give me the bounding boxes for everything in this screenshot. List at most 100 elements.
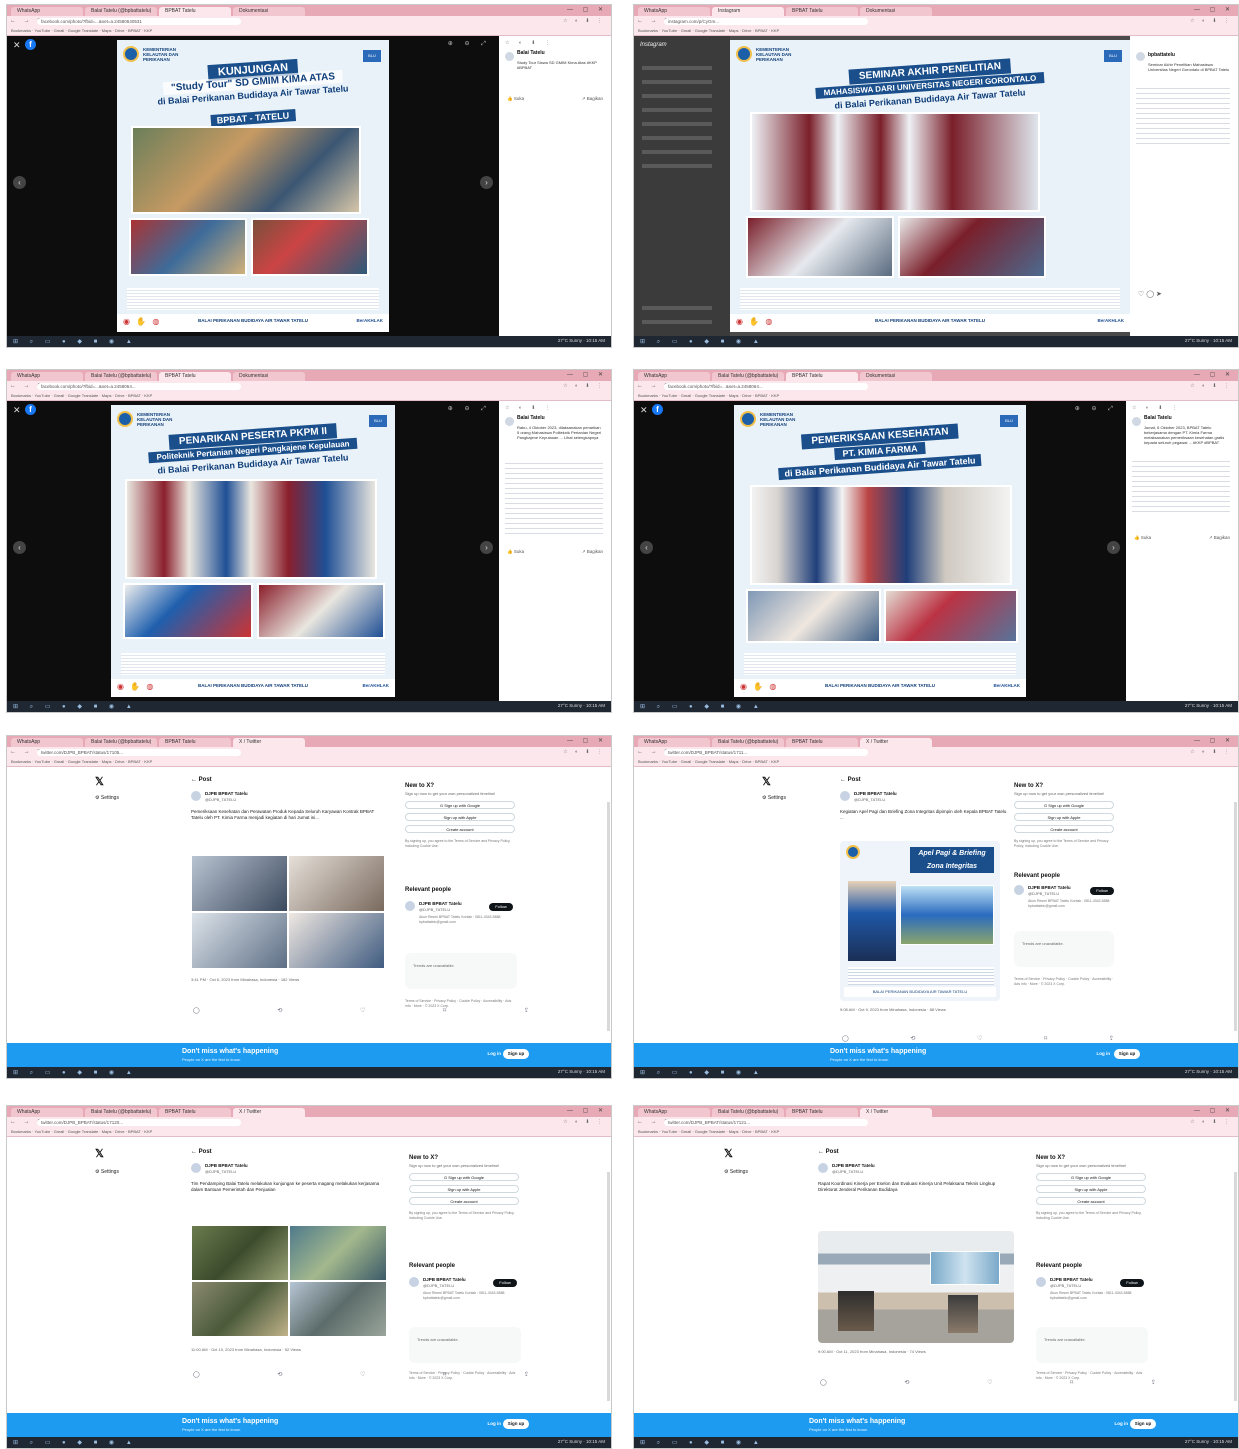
- post-author[interactable]: Balai Tatelu: [1144, 415, 1172, 421]
- window-controls[interactable]: — ▢ ✕: [1194, 737, 1234, 744]
- nav-item[interactable]: [642, 66, 712, 70]
- browser-tab-active[interactable]: X / Twitter: [233, 738, 305, 747]
- browser-tab[interactable]: BPBAT Tatelu: [786, 7, 858, 16]
- extension-icons[interactable]: ☆ ◐ ⬇ ⋮: [563, 1119, 605, 1125]
- close-icon[interactable]: ✕: [13, 40, 21, 51]
- nav-item[interactable]: [642, 80, 712, 84]
- window-controls[interactable]: — ▢ ✕: [567, 6, 607, 13]
- create-account-button[interactable]: Create account: [1014, 825, 1114, 833]
- post-header[interactable]: ← Post: [191, 1149, 212, 1155]
- settings-link[interactable]: ⚙ Settings: [95, 1169, 119, 1175]
- relevant-person-handle[interactable]: @DJPB_TATELU: [423, 1283, 454, 1288]
- browser-tab[interactable]: Dokumentasi: [860, 372, 932, 381]
- post-photo[interactable]: [191, 855, 288, 912]
- avatar[interactable]: [505, 52, 514, 61]
- window-controls[interactable]: — ▢ ✕: [1194, 371, 1234, 378]
- window-controls[interactable]: — ▢ ✕: [567, 737, 607, 744]
- instagram-logo[interactable]: Instagram: [640, 42, 667, 48]
- post-photo[interactable]: [191, 1281, 289, 1337]
- extension-icons[interactable]: ☆ ◐ ⬇ ⋮: [563, 383, 605, 389]
- create-account-button[interactable]: Create account: [405, 825, 515, 833]
- extension-icons[interactable]: ☆ ◐ ⬇ ⋮: [1190, 18, 1232, 24]
- share-button[interactable]: ↗ Bagikan: [1209, 535, 1230, 541]
- post-photo[interactable]: [191, 1225, 289, 1281]
- like-button[interactable]: 👍 Suka: [1134, 535, 1151, 540]
- bookmarks-bar[interactable]: Bookmarks · YouTube · Gmail · Google Tra…: [7, 392, 611, 401]
- avatar[interactable]: [1132, 417, 1141, 426]
- nav-item[interactable]: [642, 122, 712, 126]
- browser-tab[interactable]: BPBAT Tatelu: [159, 1108, 231, 1117]
- login-button[interactable]: Log in: [1115, 1421, 1129, 1426]
- follow-button[interactable]: Follow: [1090, 887, 1114, 895]
- url-field[interactable]: twitter.com/DJPB_BPBAT/status/17120...: [37, 1119, 241, 1126]
- taskbar-icons[interactable]: ⊞ ⌕ ▭ ● ◆ ■ ◉ ▲: [13, 1439, 137, 1447]
- signup-button[interactable]: Sign up: [1114, 1049, 1140, 1059]
- post-image[interactable]: Apel Pagi & Briefing Zona Integritas BAL…: [840, 841, 1000, 1001]
- taskbar-icons[interactable]: ⊞ ⌕ ▭ ● ◆ ■ ◉ ▲: [13, 703, 137, 711]
- nav-item[interactable]: [642, 150, 712, 154]
- google-signup-button[interactable]: G Sign up with Google: [405, 801, 515, 809]
- zoom-icons[interactable]: ⊕ ⊖ ⤢: [448, 40, 491, 48]
- nav-item[interactable]: [642, 94, 712, 98]
- url-field[interactable]: facebook.com/photo/?fbid=...&set=a.24580…: [664, 383, 868, 390]
- like-button[interactable]: 👍 Suka: [507, 96, 524, 101]
- scrollbar[interactable]: [607, 802, 610, 1031]
- post-author-handle[interactable]: @DJPB_TATELU: [854, 797, 885, 802]
- post-author-handle[interactable]: @DJPB_TATELU: [205, 797, 236, 802]
- scrollbar[interactable]: [1234, 802, 1237, 1031]
- avatar[interactable]: [840, 791, 850, 801]
- post-author[interactable]: DJPB BPBAT Tatelu: [832, 1163, 875, 1168]
- browser-tab[interactable]: Dokumentasi: [233, 7, 305, 16]
- post-author-handle[interactable]: @DJPB_TATELU: [832, 1169, 863, 1174]
- share-button[interactable]: ↗ Bagikan: [582, 96, 603, 102]
- browser-tab[interactable]: WhatsApp: [11, 1108, 83, 1117]
- browser-tab[interactable]: Balai Tatelu (@bpbattatelu): [85, 738, 157, 747]
- browser-tab[interactable]: WhatsApp: [638, 1108, 710, 1117]
- post-photo[interactable]: [289, 1281, 387, 1337]
- close-icon[interactable]: ✕: [640, 405, 648, 416]
- window-controls[interactable]: — ▢ ✕: [567, 371, 607, 378]
- scrollbar[interactable]: [1234, 1172, 1237, 1401]
- browser-tab-active[interactable]: X / Twitter: [860, 738, 932, 747]
- browser-tab-active[interactable]: BPBAT Tatelu: [159, 372, 231, 381]
- scrollbar[interactable]: [607, 1172, 610, 1401]
- apple-signup-button[interactable]: Sign up with Apple: [1014, 813, 1114, 821]
- login-button[interactable]: Log in: [1097, 1051, 1111, 1056]
- relevant-person-name[interactable]: DJPB BPBAT Tatelu: [1050, 1277, 1093, 1282]
- google-signup-button[interactable]: G Sign up with Google: [409, 1173, 519, 1181]
- browser-tab[interactable]: Dokumentasi: [233, 372, 305, 381]
- browser-tab[interactable]: WhatsApp: [638, 7, 710, 16]
- post-header[interactable]: ← Post: [191, 777, 212, 783]
- window-controls[interactable]: — ▢ ✕: [1194, 6, 1234, 13]
- post-photo[interactable]: [191, 912, 288, 969]
- post-author[interactable]: Balai Tatelu: [517, 50, 545, 56]
- footer-links[interactable]: Terms of Service · Privacy Policy · Cook…: [1036, 1371, 1148, 1381]
- browser-tab-active[interactable]: X / Twitter: [860, 1108, 932, 1117]
- post-header[interactable]: ← Post: [818, 1149, 839, 1155]
- follow-button[interactable]: Follow: [1120, 1279, 1144, 1287]
- post-author[interactable]: DJPB BPBAT Tatelu: [854, 791, 897, 796]
- signup-button[interactable]: Sign up: [503, 1419, 529, 1429]
- taskbar-icons[interactable]: ⊞ ⌕ ▭ ● ◆ ■ ◉ ▲: [13, 338, 137, 346]
- browser-tab[interactable]: WhatsApp: [638, 372, 710, 381]
- x-logo-icon[interactable]: 𝕏: [95, 775, 104, 788]
- post-author[interactable]: DJPB BPBAT Tatelu: [205, 791, 248, 796]
- avatar[interactable]: [191, 1163, 201, 1173]
- facebook-icon[interactable]: f: [652, 404, 663, 415]
- extension-icons[interactable]: ☆ ◐ ⬇ ⋮: [563, 749, 605, 755]
- taskbar-icons[interactable]: ⊞ ⌕ ▭ ● ◆ ■ ◉ ▲: [640, 338, 764, 346]
- avatar[interactable]: [1136, 52, 1145, 61]
- browser-tab[interactable]: Balai Tatelu (@bpbattatelu): [85, 372, 157, 381]
- relevant-person-name[interactable]: DJPB BPBAT Tatelu: [419, 901, 462, 906]
- x-logo-icon[interactable]: 𝕏: [762, 775, 771, 788]
- settings-link[interactable]: ⚙ Settings: [724, 1169, 748, 1175]
- sidebar-toolbar-icons[interactable]: ☆ ◐ ⬇ ⋮: [505, 40, 554, 46]
- browser-tab-active[interactable]: Instagram: [712, 7, 784, 16]
- post-photo[interactable]: [288, 912, 385, 969]
- browser-tab[interactable]: BPBAT Tatelu: [159, 738, 231, 747]
- x-logo-icon[interactable]: 𝕏: [95, 1147, 104, 1160]
- taskbar-icons[interactable]: ⊞ ⌕ ▭ ● ◆ ■ ◉ ▲: [640, 703, 764, 711]
- post-actions[interactable]: ♡ ◯ ➤: [1138, 290, 1230, 298]
- nav-item[interactable]: [642, 320, 712, 324]
- settings-link[interactable]: ⚙ Settings: [95, 795, 119, 801]
